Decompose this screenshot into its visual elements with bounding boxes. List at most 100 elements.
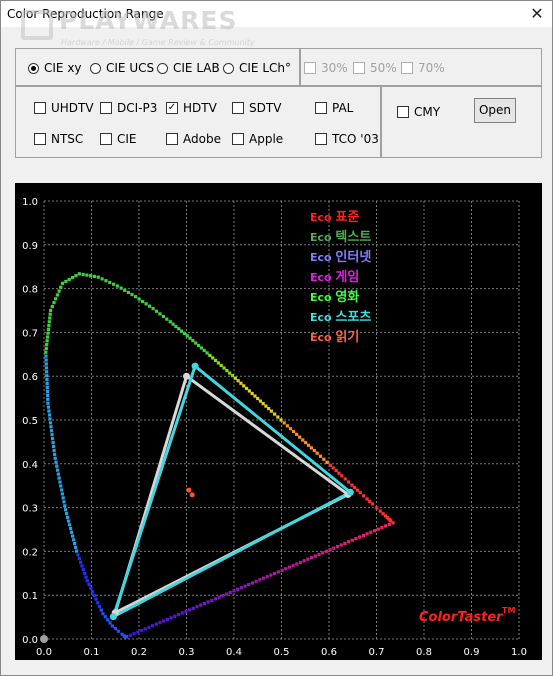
spectral-locus-point: [174, 324, 178, 329]
spectral-locus-point: [304, 441, 308, 445]
spectral-locus-point: [208, 353, 212, 358]
spectral-locus-point: [62, 500, 66, 504]
checkbox-box[interactable]: [34, 102, 46, 114]
spectral-locus-point: [134, 295, 138, 299]
open-button[interactable]: Open: [474, 98, 516, 123]
checkbox-box[interactable]: [401, 62, 413, 74]
checkbox-box[interactable]: [315, 102, 327, 114]
checkbox-dci-p3[interactable]: DCI-P3: [100, 101, 157, 115]
checkbox-pal[interactable]: PAL: [315, 101, 353, 115]
spectral-locus-point: [334, 468, 338, 473]
spectral-locus-point: [239, 381, 243, 385]
y-tick-label: 0.9: [22, 241, 38, 252]
spectral-locus-point: [49, 429, 54, 433]
spectral-locus-point: [216, 361, 220, 365]
spectral-locus-point: [233, 376, 237, 380]
spectral-locus-point: [331, 466, 335, 470]
legend-item: Eco 읽기: [310, 330, 359, 345]
close-icon[interactable]: ✕: [522, 1, 552, 27]
spectral-locus-point: [322, 457, 326, 461]
spectral-locus-point: [47, 320, 51, 324]
checkbox-box[interactable]: [100, 133, 112, 145]
spectral-locus-point: [350, 483, 354, 487]
radio-label: CIE UCS: [106, 61, 155, 75]
spectral-locus-point: [141, 299, 145, 304]
standards-group: UHDTV DCI-P3 ✓ HDTV SDTV PAL NTSC CIE Adobe Apple…: [15, 86, 381, 158]
spectral-locus-point: [247, 389, 251, 393]
purple-line-point: [143, 627, 147, 631]
checkbox-box[interactable]: [232, 102, 244, 114]
purple-line-point: [313, 554, 317, 558]
radio-indicator[interactable]: [28, 62, 39, 74]
checkbox-apple[interactable]: Apple: [232, 132, 283, 146]
radio-label: CIE LCh°: [239, 61, 291, 75]
spectral-locus-point: [53, 456, 57, 460]
purple-line-point: [332, 546, 336, 550]
spectral-locus-point: [57, 289, 61, 293]
checkbox-sdtv[interactable]: SDTV: [232, 101, 281, 115]
spectral-locus-point: [242, 384, 246, 388]
checkbox-box[interactable]: [353, 62, 365, 74]
radio-cie-ucs[interactable]: CIE UCS: [90, 61, 154, 75]
spectral-locus-point: [50, 436, 55, 441]
radio-indicator[interactable]: [90, 62, 101, 74]
spectral-locus-point: [154, 309, 159, 313]
checkbox-box[interactable]: [315, 133, 327, 145]
spectral-locus-point: [113, 627, 117, 631]
checkbox-uhdtv[interactable]: UHDTV: [34, 101, 94, 115]
radio-indicator[interactable]: [157, 62, 168, 74]
purple-line-point: [372, 529, 377, 533]
checkbox-box[interactable]: [100, 102, 112, 114]
checkbox-cie[interactable]: CIE: [100, 132, 137, 146]
checkbox-box[interactable]: [232, 133, 244, 145]
checkbox-ntsc[interactable]: NTSC: [34, 132, 83, 146]
spectral-locus-point: [158, 312, 162, 316]
y-tick-label: 1.0: [22, 197, 38, 208]
checkbox-cmy[interactable]: CMY: [397, 105, 440, 119]
radio-cie-xy[interactable]: CIE xy: [28, 61, 82, 75]
checkbox-box[interactable]: [166, 133, 178, 145]
spectral-locus-point: [92, 593, 96, 598]
spectral-locus-point: [67, 277, 71, 282]
checkbox-label: SDTV: [249, 101, 282, 115]
spectral-locus-point: [46, 327, 51, 332]
spectral-locus-point: [48, 312, 52, 316]
spectral-locus-point: [46, 405, 51, 409]
spectral-locus-point: [253, 394, 257, 398]
x-tick-label: 0.2: [131, 647, 147, 658]
checkbox-30[interactable]: 30%: [304, 61, 348, 75]
purple-line-point: [324, 549, 329, 553]
measured-vertex: [109, 613, 117, 621]
purple-line-point: [276, 570, 280, 574]
spectral-locus-point: [370, 502, 375, 506]
purple-line-point: [195, 605, 199, 609]
checkbox-label: 30%: [321, 61, 348, 75]
checkbox-box[interactable]: [34, 133, 46, 145]
checkbox-box[interactable]: [397, 106, 409, 118]
checkbox-hdtv[interactable]: ✓ HDTV: [166, 101, 217, 115]
spectral-locus-point: [202, 348, 206, 353]
checkbox-50[interactable]: 50%: [353, 61, 397, 75]
checkbox-tco-03[interactable]: TCO '03: [315, 132, 379, 146]
radio-cie-lch[interactable]: CIE LCh°: [223, 61, 291, 75]
spectral-locus-point: [97, 604, 102, 608]
spectral-locus-point: [228, 371, 232, 375]
spectral-locus-point: [161, 314, 165, 319]
purple-line-point: [376, 527, 380, 531]
checkbox-box[interactable]: [304, 62, 316, 74]
spectral-locus-point: [45, 374, 49, 378]
spectral-locus-point: [211, 356, 215, 360]
spectral-locus-point: [306, 443, 311, 447]
purple-line-point: [317, 552, 321, 557]
spectral-locus-point: [48, 316, 52, 320]
spectral-locus-point: [120, 632, 124, 636]
radio-indicator[interactable]: [223, 62, 234, 74]
purple-line-point: [295, 562, 299, 566]
checkbox-box[interactable]: ✓: [166, 102, 178, 114]
checkbox-adobe[interactable]: Adobe: [166, 132, 221, 146]
color-space-group: CIE xy CIE UCS CIE LAB CIE LCh°: [15, 48, 300, 86]
spectral-locus-point: [87, 582, 91, 587]
checkbox-70[interactable]: 70%: [401, 61, 445, 75]
radio-cie-lab[interactable]: CIE LAB: [157, 61, 220, 75]
purple-line-point: [187, 608, 192, 612]
